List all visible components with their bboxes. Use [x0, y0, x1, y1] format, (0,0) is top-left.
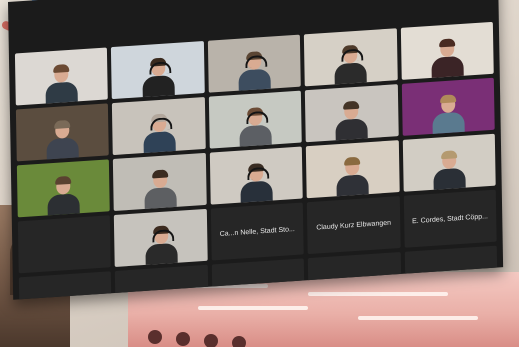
participant-torso: [46, 137, 80, 162]
headset-icon: [148, 61, 172, 75]
participant-tile[interactable]: [209, 146, 303, 205]
wall-hole: [232, 336, 246, 347]
participant-video: [431, 92, 466, 136]
headset-icon: [149, 117, 172, 131]
participant-video: [238, 104, 273, 149]
participant-torso: [238, 68, 271, 93]
participant-torso: [143, 130, 176, 156]
participant-torso: [47, 193, 80, 218]
participant-tile[interactable]: [14, 47, 109, 106]
participant-tile[interactable]: [208, 90, 302, 149]
participant-video: [143, 167, 178, 211]
participant-name: Ca...n Nelle, Stadt Sto...: [219, 225, 295, 238]
participant-tile[interactable]: [401, 77, 495, 136]
participant-tile[interactable]: E. Cordes, Stadt Cöpp...: [403, 189, 497, 248]
participant-torso: [335, 118, 369, 143]
participant-tile[interactable]: [402, 133, 496, 192]
participant-torso: [143, 186, 177, 211]
participant-video: [45, 117, 80, 162]
participant-name: E. Cordes, Stadt Cöpp...: [412, 212, 489, 225]
participant-tile[interactable]: [305, 84, 399, 143]
participant-tile[interactable]: [16, 159, 111, 218]
participant-tile[interactable]: [400, 21, 494, 80]
participant-video: [46, 173, 81, 218]
participant-hair: [53, 63, 70, 73]
participant-torso: [432, 111, 465, 136]
participant-hair: [55, 175, 72, 185]
participant-tile[interactable]: [304, 28, 398, 87]
participant-tile[interactable]: Claudy Kurz Elbwangen: [306, 196, 401, 255]
participant-hair: [344, 156, 361, 166]
participant-video: [142, 111, 177, 156]
participant-tile[interactable]: [207, 34, 301, 93]
participant-tile[interactable]: [15, 103, 110, 162]
participant-torso: [334, 62, 368, 87]
ceiling-light: [308, 292, 448, 296]
participant-torso: [431, 55, 464, 80]
participant-video: [141, 55, 176, 100]
participant-video: [239, 160, 274, 205]
participant-torso: [142, 74, 175, 100]
participant-tile[interactable]: [114, 208, 208, 267]
participant-tile[interactable]: [113, 152, 207, 211]
participant-video: [44, 61, 79, 106]
headset-icon: [246, 110, 269, 125]
participant-tile[interactable]: [111, 41, 205, 100]
participant-hair: [54, 119, 71, 129]
headset-icon: [247, 166, 270, 181]
participant-video: [237, 49, 272, 93]
participant-torso: [45, 81, 79, 106]
participant-torso: [433, 167, 466, 192]
participant-video: [335, 154, 370, 199]
participant-hair: [439, 94, 456, 104]
participant-video: [144, 223, 179, 267]
participant-tile[interactable]: [17, 215, 112, 274]
ceiling-light: [198, 306, 308, 310]
participant-torso: [240, 180, 273, 205]
participant-torso: [144, 242, 178, 267]
participant-torso: [239, 124, 272, 149]
headset-icon: [151, 229, 174, 243]
participant-hair: [438, 38, 456, 48]
participant-gallery: Ca...n Nelle, Stadt Sto... Claudy Kurz El…: [14, 21, 498, 300]
participant-name: Claudy Kurz Elbwangen: [316, 219, 392, 232]
headset-icon: [245, 54, 268, 69]
headset-icon: [341, 48, 364, 62]
participant-tile[interactable]: [306, 140, 400, 199]
participant-video: [334, 98, 369, 143]
participant-tile[interactable]: Ca...n Nelle, Stadt Sto...: [210, 202, 304, 261]
wall-hole: [204, 334, 218, 347]
wall-hole: [148, 330, 162, 344]
participant-video: [333, 42, 368, 87]
participant-hair: [151, 169, 168, 179]
wall-hole: [176, 332, 190, 346]
participant-hair: [343, 100, 360, 110]
participant-video: [430, 36, 465, 80]
participant-video: [432, 148, 467, 192]
participant-hair: [440, 150, 457, 160]
ceiling-light: [358, 316, 478, 320]
participant-torso: [336, 174, 370, 199]
video-call-window: Ca...n Nelle, Stadt Sto... Claudy Kurz El…: [8, 0, 504, 300]
participant-tile[interactable]: [112, 96, 206, 156]
